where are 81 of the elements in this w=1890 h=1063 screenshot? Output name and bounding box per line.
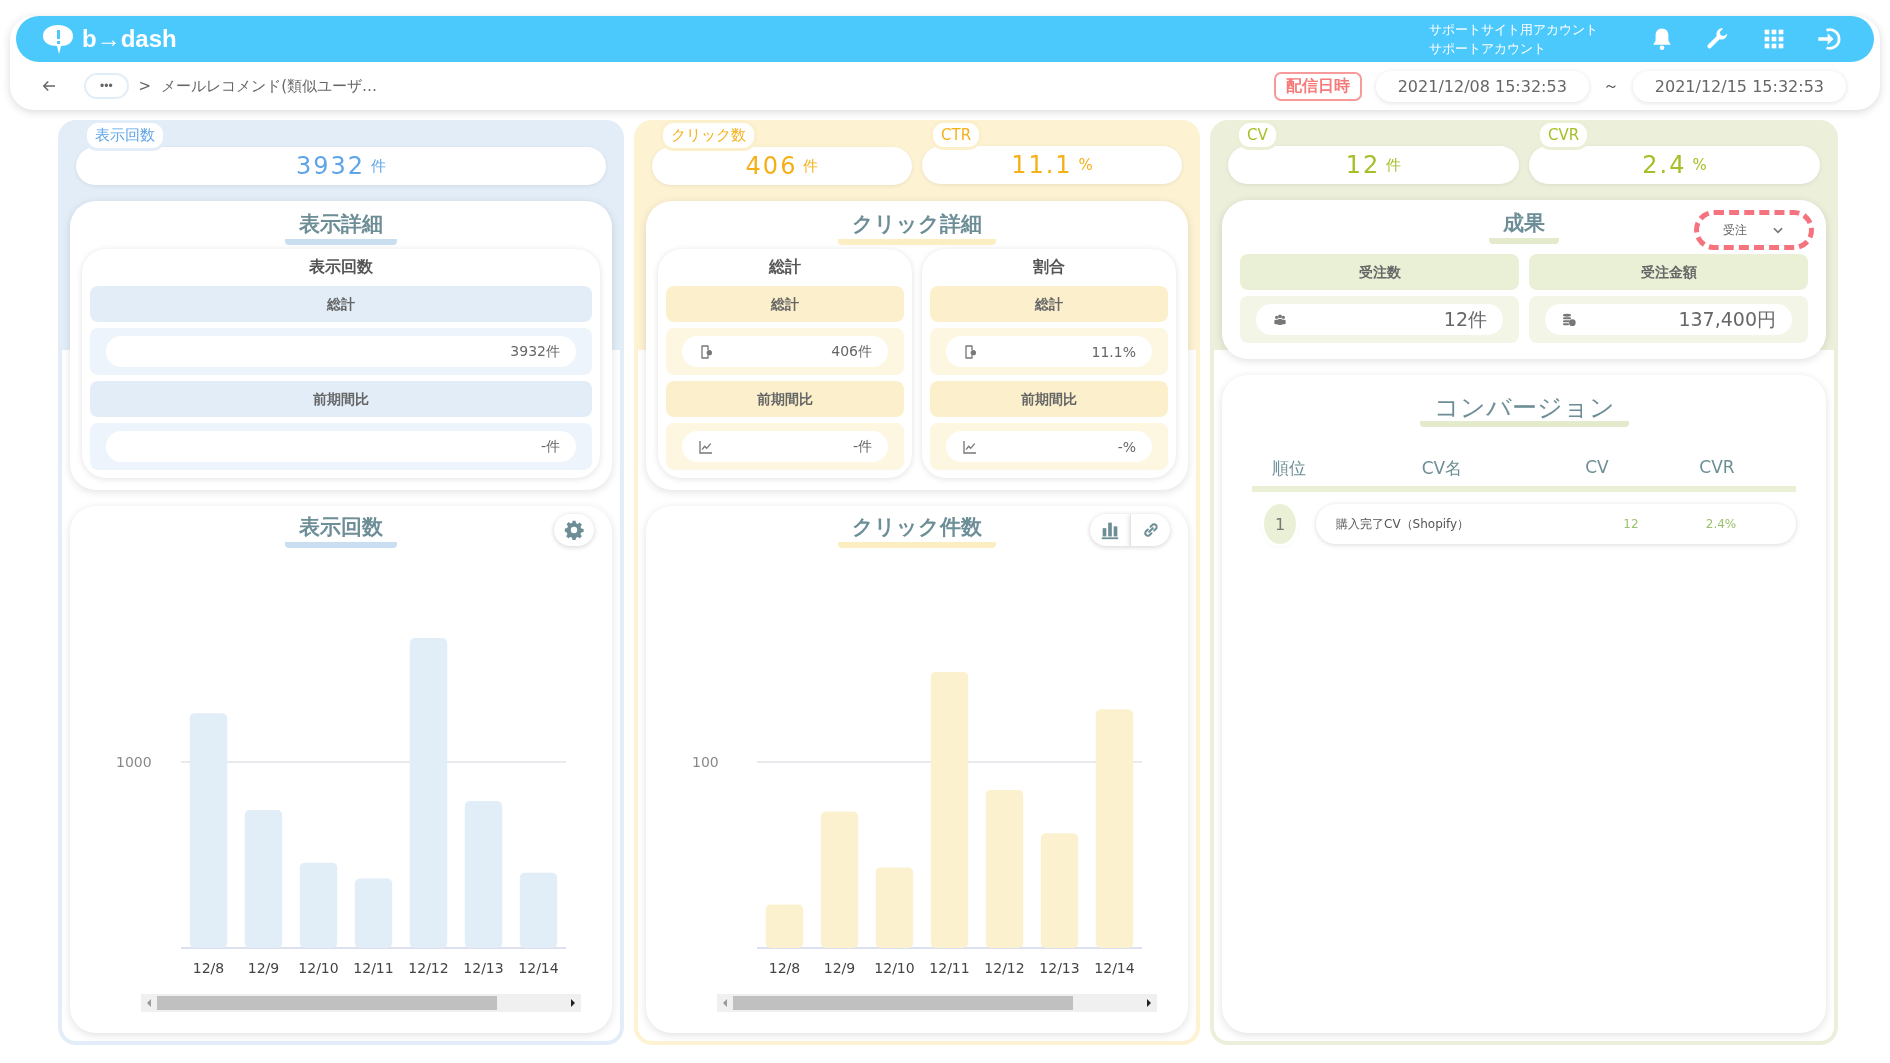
account-name: サポートサイト用アカウント [1429, 21, 1598, 39]
logo-text: b→dash [82, 25, 177, 53]
card-title: クリック件数 [838, 514, 996, 548]
coins-icon [1561, 311, 1577, 328]
axis-label: 12/12 [984, 960, 1025, 976]
range-separator: ～ [1602, 75, 1619, 97]
table-row[interactable]: 購入完了CV（Shopify） 12 2.4% [1316, 504, 1796, 544]
column-header: CV [1584, 457, 1610, 479]
row-header: 前期間比 [930, 381, 1168, 417]
axis-label: 12/13 [1039, 960, 1080, 976]
group-title: 表示回数 [308, 256, 374, 278]
rank-badge: 1 [1264, 504, 1296, 544]
row-header: 総計 [930, 286, 1168, 322]
settings-icon [563, 519, 585, 541]
value-text: -件 [540, 437, 560, 456]
horizontal-scrollbar[interactable] [717, 994, 1157, 1012]
metric-value: 11.1 % [922, 146, 1182, 184]
period-label: 配信日時 [1273, 71, 1362, 101]
horizontal-scrollbar[interactable] [141, 994, 581, 1012]
tool-button[interactable] [1130, 514, 1170, 546]
group-title: 割合 [1032, 256, 1066, 278]
axis-label: 12/8 [768, 960, 801, 976]
axis-label: 12/8 [192, 960, 225, 976]
value-text: 137,400円 [1678, 306, 1776, 332]
value-text: -件 [852, 437, 872, 456]
value-text: -% [1117, 438, 1136, 455]
table-cell-text: 購入完了CV（Shopify） [1336, 515, 1471, 533]
line-chart-icon [698, 438, 714, 455]
value-text: 12件 [1443, 306, 1487, 332]
table-cell-text: 2.4% [1704, 517, 1738, 531]
column-header: CV名 [1420, 457, 1464, 480]
metric-value: 2.4 % [1529, 146, 1820, 184]
tool-button[interactable] [1090, 514, 1130, 546]
axis-label: 12/9 [247, 960, 280, 976]
axis-label: 12/9 [823, 960, 856, 976]
axis-label: 12/11 [353, 960, 394, 976]
card-title: コンバージョン [1419, 393, 1629, 427]
value-text: 3932件 [510, 342, 560, 361]
metric-value: 406 件 [652, 147, 912, 185]
line-chart-icon [962, 438, 978, 455]
axis-label: 12/14 [1094, 960, 1135, 976]
row-header: 受注金額 [1529, 254, 1808, 290]
column-header: 順位 [1271, 457, 1307, 480]
axis-label: 12/11 [929, 960, 970, 976]
metric-label: 表示回数 [84, 120, 166, 151]
metric-label: CTR [930, 120, 983, 150]
row-header: 前期間比 [90, 381, 592, 417]
axis-label: 12/12 [408, 960, 449, 976]
breadcrumb-separator: > [138, 77, 152, 95]
card-title: 表示詳細 [285, 211, 397, 245]
phone-icon [962, 343, 978, 360]
tool-button[interactable] [554, 514, 594, 546]
row-header: 総計 [666, 286, 904, 322]
account-name: サポートアカウント [1429, 40, 1547, 58]
value-text: 406件 [831, 342, 872, 361]
card-title: 成果 [1489, 210, 1559, 244]
metric-value: 3932 件 [76, 147, 606, 185]
axis-label: 12/14 [518, 960, 559, 976]
card-title: クリック詳細 [838, 211, 996, 245]
breadcrumb-item[interactable]: メールレコメンド(類似ユーザ… [161, 76, 378, 96]
phone-icon [698, 343, 714, 360]
axis-label: 100 [692, 754, 719, 770]
column-header: CVR [1698, 457, 1736, 479]
table-cell-text: 12 [1622, 517, 1640, 531]
group-title: 総計 [767, 256, 802, 278]
metric-label: CVR [1537, 120, 1591, 150]
row-header: 受注数 [1240, 254, 1519, 290]
date-field[interactable]: 2021/12/08 15:32:53 [1375, 70, 1589, 102]
axis-label: 12/10 [298, 960, 339, 976]
metric-label: クリック数 [660, 120, 757, 151]
axis-label: 1000 [116, 754, 152, 770]
date-field[interactable]: 2021/12/15 15:32:53 [1632, 70, 1846, 102]
row-header: 前期間比 [666, 381, 904, 417]
axis-label: 12/13 [463, 960, 504, 976]
more-button[interactable]: ••• [84, 73, 129, 99]
row-header: 総計 [90, 286, 592, 322]
value-text: 11.1% [1091, 343, 1136, 360]
metric-label: CV [1236, 120, 1279, 150]
card-title: 表示回数 [285, 514, 397, 548]
axis-label: 12/10 [874, 960, 915, 976]
metric-value: 12 件 [1228, 146, 1519, 184]
